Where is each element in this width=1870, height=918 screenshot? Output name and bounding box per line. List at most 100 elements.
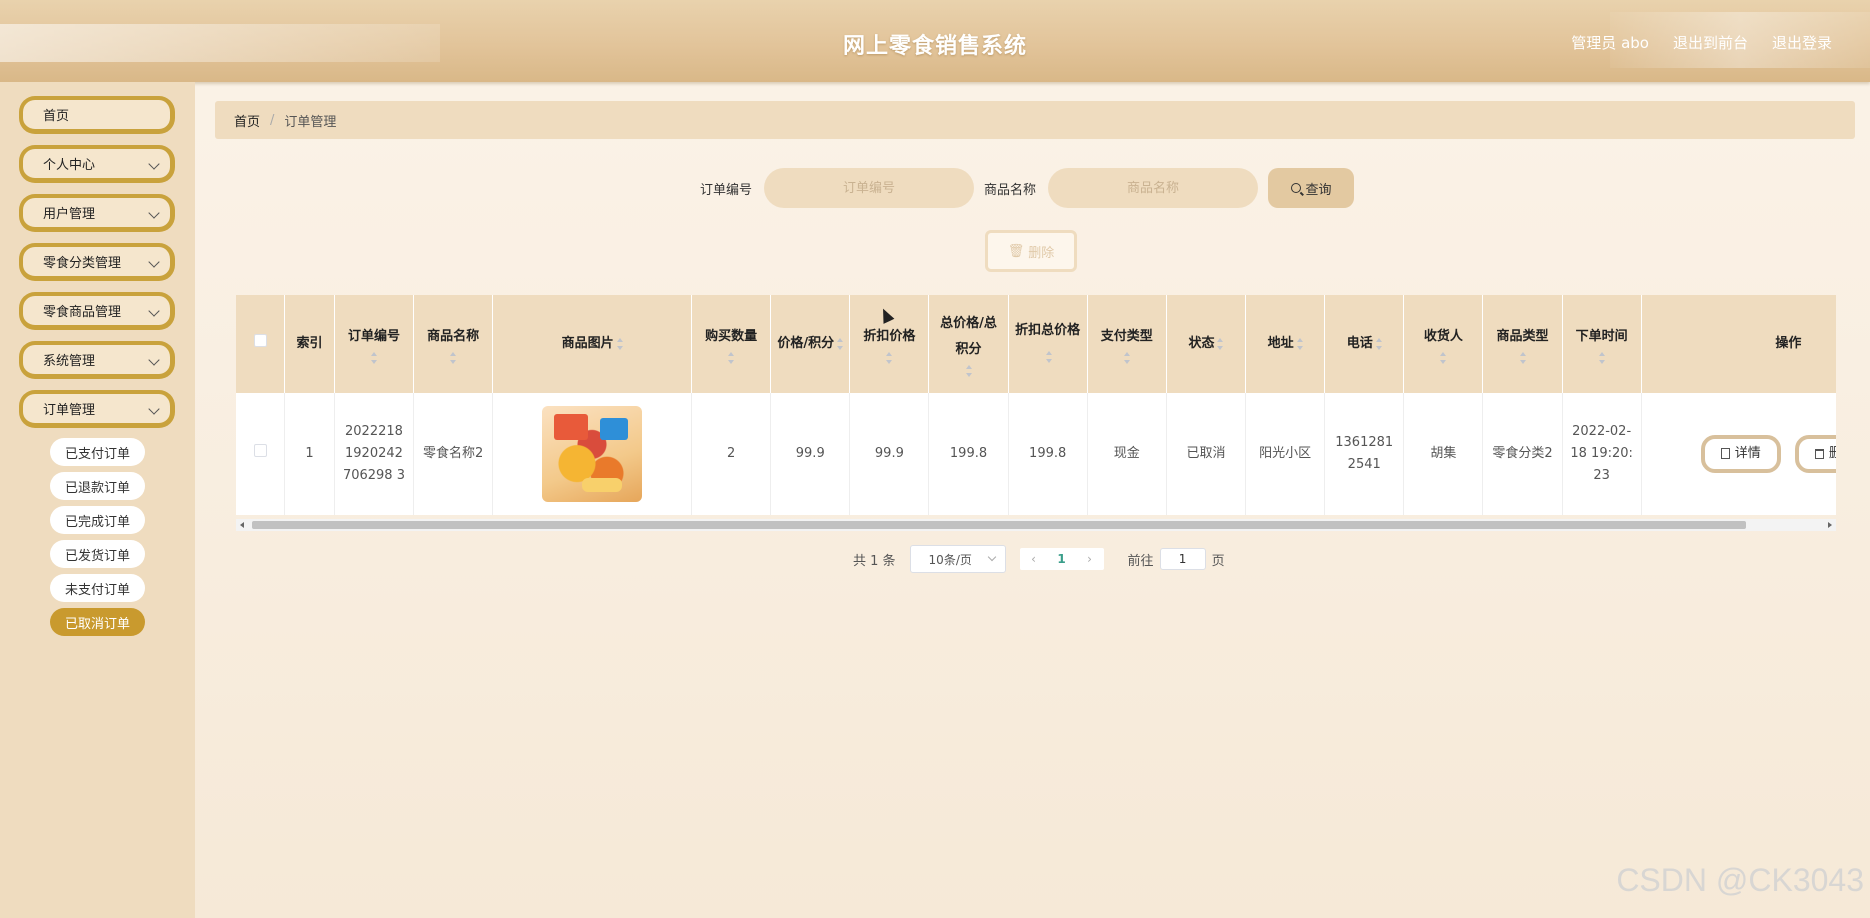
goods-name-input[interactable] bbox=[1048, 168, 1259, 208]
delete-button[interactable]: 删除 bbox=[1794, 435, 1836, 474]
col-discount-total[interactable]: 折扣总价格 bbox=[1008, 295, 1088, 393]
cell-total-price: 199.8 bbox=[928, 393, 1009, 515]
col-goods-image[interactable]: 商品图片 bbox=[492, 295, 693, 393]
sort-icon[interactable] bbox=[1440, 352, 1447, 364]
cell-actions: 详情 删除 bbox=[1641, 393, 1836, 515]
sort-icon[interactable] bbox=[616, 337, 623, 350]
prev-page-icon[interactable]: ‹ bbox=[1020, 552, 1048, 566]
col-order-no[interactable]: 订单编号 bbox=[334, 295, 415, 393]
horizontal-scrollbar[interactable] bbox=[236, 519, 1836, 531]
col-label: 价格/积分 bbox=[777, 336, 835, 351]
cell-price: 99.9 bbox=[770, 393, 851, 515]
col-label: 订单编号 bbox=[347, 329, 400, 344]
next-page-icon[interactable]: › bbox=[1076, 552, 1104, 566]
page-size-select[interactable]: 10条/页 bbox=[909, 545, 1006, 573]
sub-item-shipped-orders[interactable]: 已发货订单 bbox=[50, 540, 145, 568]
sort-icon[interactable] bbox=[370, 352, 377, 364]
cell-discount-total: 199.8 bbox=[1008, 393, 1088, 515]
row-checkbox[interactable] bbox=[253, 444, 267, 457]
col-address[interactable]: 地址 bbox=[1245, 295, 1326, 393]
col-pay-type[interactable]: 支付类型 bbox=[1087, 295, 1167, 393]
sidebar-item-snack-category[interactable]: 零食分类管理 bbox=[19, 243, 175, 281]
product-image-part bbox=[554, 414, 589, 440]
sidebar-item-snack-goods[interactable]: 零食商品管理 bbox=[19, 292, 175, 330]
breadcrumb-current: 订单管理 bbox=[284, 114, 337, 130]
sidebar-item-system[interactable]: 系统管理 bbox=[19, 341, 175, 379]
sidebar-item-home[interactable]: 首页 bbox=[19, 96, 175, 134]
detail-button[interactable]: 详情 bbox=[1700, 434, 1781, 473]
cell-address: 阳光小区 bbox=[1245, 393, 1326, 515]
back-to-front-link[interactable]: 退出到前台 bbox=[1673, 32, 1748, 53]
sort-icon[interactable] bbox=[886, 352, 893, 364]
sort-icon[interactable] bbox=[728, 352, 735, 364]
batch-delete-button[interactable]: 🗑 删除 bbox=[985, 230, 1077, 272]
sub-item-cancelled-orders[interactable]: 已取消订单 bbox=[50, 608, 145, 636]
col-receiver[interactable]: 收货人 bbox=[1403, 295, 1484, 393]
cell-phone: 13612812541 bbox=[1324, 393, 1405, 515]
sort-icon[interactable] bbox=[1296, 337, 1303, 350]
scroll-left-icon[interactable] bbox=[240, 522, 244, 528]
col-label: 折扣总价格 bbox=[1015, 323, 1081, 338]
sort-icon[interactable] bbox=[837, 337, 844, 350]
product-image-part bbox=[600, 418, 629, 440]
breadcrumb-separator: / bbox=[270, 112, 275, 128]
col-label: 状态 bbox=[1188, 336, 1215, 351]
sort-icon[interactable] bbox=[1598, 352, 1605, 364]
col-price[interactable]: 价格/积分 bbox=[770, 295, 851, 393]
goods-name-label: 商品名称 bbox=[984, 182, 1037, 198]
sub-item-paid-orders[interactable]: 已支付订单 bbox=[50, 438, 145, 466]
sidebar-item-label: 用户管理 bbox=[43, 207, 96, 222]
cell-index: 1 bbox=[284, 393, 335, 515]
sort-icon[interactable] bbox=[1123, 352, 1130, 364]
cell-pay-type: 现金 bbox=[1087, 393, 1167, 515]
page-size-value: 10条/页 bbox=[928, 552, 972, 567]
goto-page-input[interactable]: 1 bbox=[1159, 548, 1206, 570]
breadcrumb-home[interactable]: 首页 bbox=[234, 111, 260, 130]
table-row: 1 20222181920242706298 3 零食名称2 2 99.9 99… bbox=[236, 393, 1836, 515]
order-no-input[interactable] bbox=[764, 168, 975, 208]
top-header: 网上零食销售系统 管理员 abo 退出到前台 退出登录 bbox=[0, 0, 1870, 82]
col-phone[interactable]: 电话 bbox=[1324, 295, 1405, 393]
sub-item-unpaid-orders[interactable]: 未支付订单 bbox=[50, 574, 145, 602]
sort-icon[interactable] bbox=[1046, 350, 1053, 363]
col-label: 地址 bbox=[1267, 336, 1294, 351]
col-goods-type[interactable]: 商品类型 bbox=[1482, 295, 1563, 393]
sub-item-refunded-orders[interactable]: 已退款订单 bbox=[50, 472, 145, 500]
col-index: 索引 bbox=[284, 295, 335, 393]
select-all-checkbox[interactable] bbox=[253, 334, 267, 347]
pagination: 共 1 条 10条/页 ‹ 1 › 前往 1 页 bbox=[853, 545, 1225, 573]
sidebar-item-label: 订单管理 bbox=[43, 403, 96, 418]
orders-table: 索引 订单编号 商品名称 商品图片 购买数量 价格/积分 折扣价格 总价格/总积… bbox=[236, 295, 1836, 527]
sub-item-completed-orders[interactable]: 已完成订单 bbox=[50, 506, 145, 534]
col-order-time[interactable]: 下单时间 bbox=[1562, 295, 1642, 393]
chevron-down-icon bbox=[148, 207, 160, 219]
chevron-down-icon bbox=[987, 552, 996, 562]
scrollbar-thumb[interactable] bbox=[252, 521, 1746, 529]
sort-icon[interactable] bbox=[1519, 352, 1526, 364]
col-status[interactable]: 状态 bbox=[1166, 295, 1247, 393]
sort-icon[interactable] bbox=[1217, 337, 1224, 350]
logout-link[interactable]: 退出登录 bbox=[1772, 32, 1832, 53]
detail-button-label: 详情 bbox=[1734, 445, 1761, 461]
product-image bbox=[542, 406, 643, 502]
watermark: CSDN @CK3043 bbox=[1616, 862, 1864, 898]
cell-goods-type: 零食分类2 bbox=[1482, 393, 1563, 515]
sort-icon[interactable] bbox=[1375, 337, 1382, 350]
cell-goods-name: 零食名称2 bbox=[413, 393, 494, 515]
cell-order-no: 20222181920242706298 3 bbox=[334, 393, 415, 515]
page-number[interactable]: 1 bbox=[1048, 552, 1076, 566]
sidebar-item-user-management[interactable]: 用户管理 bbox=[19, 194, 175, 232]
scroll-right-icon[interactable] bbox=[1828, 522, 1832, 528]
col-goods-name[interactable]: 商品名称 bbox=[413, 295, 494, 393]
order-no-label: 订单编号 bbox=[700, 182, 753, 198]
sidebar-item-orders[interactable]: 订单管理 bbox=[19, 390, 175, 428]
sort-icon[interactable] bbox=[965, 365, 972, 377]
sort-icon[interactable] bbox=[450, 352, 457, 364]
col-label: 下单时间 bbox=[1575, 329, 1628, 344]
query-button[interactable]: 查询 bbox=[1268, 168, 1355, 208]
chevron-down-icon bbox=[148, 403, 160, 415]
col-total-price[interactable]: 总价格/总积分 bbox=[928, 295, 1009, 393]
sidebar-item-personal-center[interactable]: 个人中心 bbox=[19, 145, 175, 183]
col-actions: 操作 bbox=[1641, 295, 1836, 393]
col-quantity[interactable]: 购买数量 bbox=[691, 295, 772, 393]
